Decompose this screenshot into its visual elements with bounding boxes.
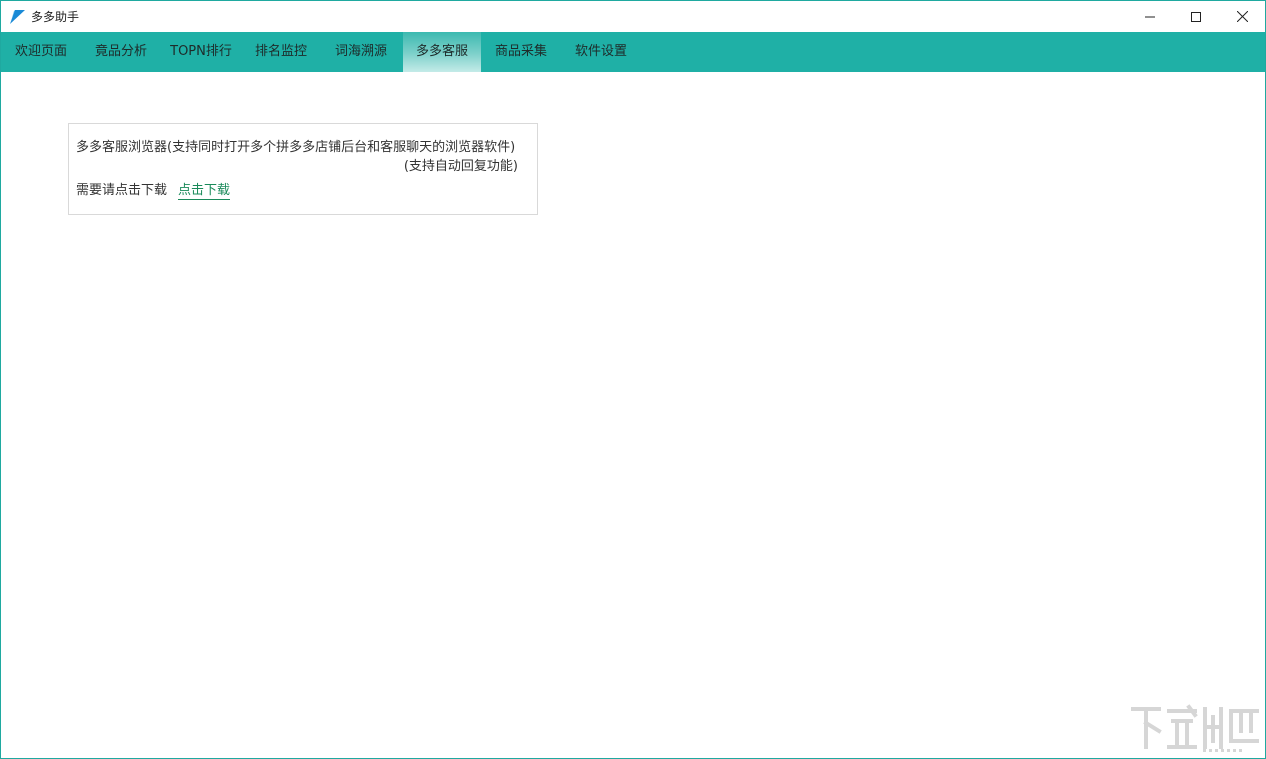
app-logo-icon xyxy=(10,10,25,24)
tab-welcome[interactable]: 欢迎页面 xyxy=(1,32,81,72)
minimize-button[interactable] xyxy=(1127,1,1173,32)
tab-competitor-analysis[interactable]: 竟品分析 xyxy=(81,32,161,72)
tab-product-collect[interactable]: 商品采集 xyxy=(481,32,561,72)
download-panel: 多多客服浏览器(支持同时打开多个拼多多店铺后台和客服聊天的浏览器软件) (支持自… xyxy=(68,123,538,215)
tab-topn-ranking[interactable]: TOPN排行 xyxy=(161,32,241,72)
tab-keyword-trace[interactable]: 词海溯源 xyxy=(321,32,401,72)
tab-customer-service[interactable]: 多多客服 xyxy=(403,32,481,72)
maximize-button[interactable] xyxy=(1173,1,1219,32)
minimize-icon xyxy=(1145,16,1155,17)
tab-settings[interactable]: 软件设置 xyxy=(561,32,641,72)
download-link[interactable]: 点击下载 xyxy=(178,179,231,200)
download-prompt: 需要请点击下载 xyxy=(76,183,168,198)
window-title: 多多助手 xyxy=(31,10,80,24)
panel-description: 多多客服浏览器(支持同时打开多个拼多多店铺后台和客服聊天的浏览器软件) xyxy=(76,140,516,155)
watermark-logo xyxy=(1131,704,1259,752)
close-button[interactable] xyxy=(1219,1,1265,32)
panel-feature-note: (支持自动回复功能) xyxy=(403,159,518,174)
maximize-icon xyxy=(1191,11,1201,22)
tab-rank-monitor[interactable]: 排名监控 xyxy=(241,32,321,72)
title-bar[interactable]: 多多助手 xyxy=(1,1,1265,32)
main-nav: 欢迎页面 竟品分析 TOPN排行 排名监控 词海溯源 多多客服 商品采集 软件设… xyxy=(1,32,1265,72)
app-window: 多多助手 欢迎页面 竟品分析 TOPN排行 排名监控 词海溯源 多多客服 商品采… xyxy=(0,0,1266,759)
close-icon xyxy=(1236,11,1248,22)
content-area: 多多客服浏览器(支持同时打开多个拼多多店铺后台和客服聊天的浏览器软件) (支持自… xyxy=(1,72,1265,758)
